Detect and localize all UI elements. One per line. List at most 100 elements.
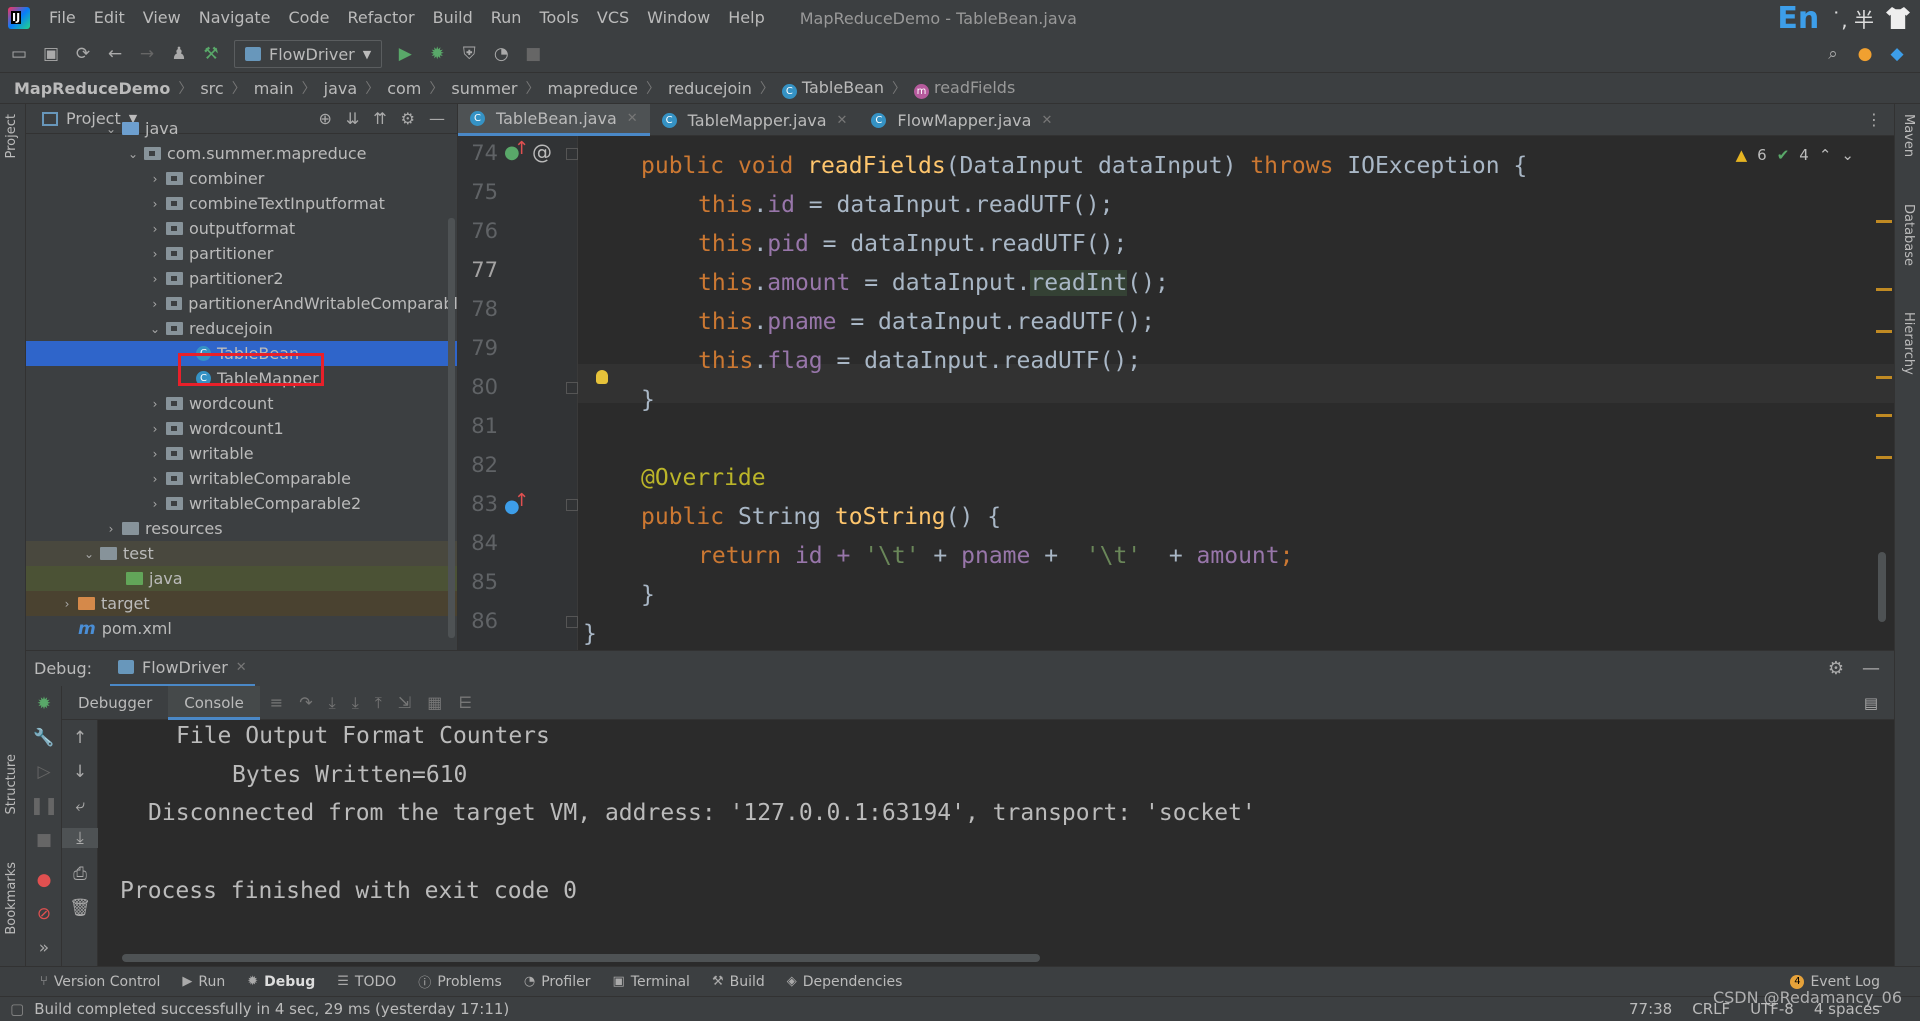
open-folder-icon[interactable]: ▭ [10,45,28,63]
breadcrumb-project[interactable]: MapReduceDemo [14,79,170,98]
annotation-icon[interactable]: @ [532,140,552,164]
menu-lines-icon[interactable]: ≡ [270,693,283,713]
run-icon[interactable]: ▶ [396,45,414,63]
project-side-tab[interactable]: Project [4,114,19,158]
toolwindow-problems[interactable]: ⓘ Problems [418,972,502,992]
profile-icon[interactable]: ◔ [492,45,510,63]
mute-breakpoints-icon[interactable]: ⊘ [26,904,62,924]
chevron-right-icon[interactable]: › [148,172,162,186]
print-icon[interactable]: ⎙ [62,864,98,884]
down-arrow-icon[interactable]: ↓ [62,762,98,782]
fold-marker[interactable] [566,382,578,394]
chevron-right-icon[interactable]: › [148,497,162,511]
chevron-right-icon[interactable]: › [148,197,162,211]
force-step-into-icon[interactable]: ⤓ [352,693,359,713]
hierarchy-side-tab[interactable]: Hierarchy [1901,312,1916,375]
coverage-icon[interactable]: ⛨ [460,45,478,63]
database-side-tab[interactable]: Database [1901,204,1916,266]
soft-wrap-icon[interactable]: ⤶ [62,796,98,816]
menu-code[interactable]: Code [280,0,339,36]
inspection-widget[interactable]: ▲ 6 ✔ 4 ⌃ ⌄ [1736,146,1854,164]
console-scrollbar[interactable] [122,954,1040,962]
step-into-icon[interactable]: ⤓ [329,693,336,713]
scroll-to-end-icon[interactable]: ⤓ [62,828,98,848]
toolwindow-dependencies[interactable]: ◈ Dependencies [787,974,903,990]
gear-icon[interactable]: ⚙ [1828,658,1844,679]
evaluate-icon[interactable]: ▦ [427,693,442,713]
breadcrumb-summer[interactable]: summer [451,79,517,98]
menu-help[interactable]: Help [719,0,773,36]
chevron-right-icon[interactable]: › [148,297,162,311]
breadcrumb-com[interactable]: com [387,79,421,98]
console-output[interactable]: File Output Format Counters Bytes Writte… [98,720,1894,966]
chevron-down-icon[interactable]: ⌄ [1841,146,1854,164]
tree-item-package[interactable]: › outputformat [26,216,457,241]
tab-debugger[interactable]: Debugger [62,686,168,720]
tree-item-java[interactable]: ⌄ java [26,116,457,141]
back-icon[interactable]: ← [106,45,124,63]
stop-icon[interactable]: ■ [524,45,542,63]
search-icon[interactable]: ⌕ [1824,45,1842,63]
pause-icon[interactable]: ❚❚ [26,796,62,816]
skin-icon[interactable] [1886,7,1910,29]
warning-stripe[interactable] [1876,220,1892,223]
forward-icon[interactable]: → [138,45,156,63]
chevron-down-icon[interactable]: ⌄ [82,547,96,561]
chevron-up-icon[interactable]: ⌃ [1819,146,1832,164]
breadcrumb-class[interactable]: C TableBean [781,78,884,99]
run-config-selector[interactable]: FlowDriver ▼ [234,40,383,68]
tree-scrollbar[interactable] [448,218,455,638]
breadcrumb-java[interactable]: java [324,79,358,98]
status-panel-icon[interactable]: ▢ [10,1000,24,1018]
toolwindow-terminal[interactable]: ▣ Terminal [612,974,689,990]
tree-item-package[interactable]: › writable [26,441,457,466]
run-to-cursor-icon[interactable]: ⇲ [398,693,411,713]
breadcrumb-method[interactable]: m readFields [913,78,1015,99]
chevron-right-icon[interactable]: › [60,597,74,611]
close-icon[interactable]: ✕ [1041,113,1052,128]
update-icon[interactable]: ● [1856,45,1874,63]
chevron-right-icon[interactable]: › [148,472,162,486]
vcs-user-icon[interactable]: ♟ [170,45,188,63]
up-arrow-icon[interactable]: ↑ [62,728,98,748]
close-icon[interactable]: ✕ [627,111,638,126]
ime-mode[interactable]: ˙, 半 [1831,4,1874,33]
ime-language[interactable]: En [1777,1,1819,36]
hide-panel-icon[interactable]: — [1862,658,1880,679]
breadcrumb-mapreduce[interactable]: mapreduce [547,79,638,98]
rerun-debug-icon[interactable]: ✹ [26,694,62,714]
menu-vcs[interactable]: VCS [588,0,638,36]
trash-icon[interactable]: 🗑 [62,898,98,918]
warning-stripe[interactable] [1876,456,1892,459]
chevron-right-icon[interactable]: › [104,522,118,536]
tree-item-package[interactable]: › combineTextInputformat [26,191,457,216]
toolwindow-todo[interactable]: ☰ TODO [337,974,396,990]
menu-view[interactable]: View [134,0,190,36]
breadcrumb-main[interactable]: main [254,79,294,98]
tree-item-package[interactable]: ⌄ com.summer.mapreduce [26,141,457,166]
trace-icon[interactable]: ⋿ [458,693,472,713]
close-icon[interactable]: ✕ [236,660,247,675]
breadcrumb-reducejoin[interactable]: reducejoin [668,79,752,98]
build-hammer-icon[interactable]: ⚒ [202,45,220,63]
step-out-icon[interactable]: ⤒ [375,693,382,713]
maven-side-tab[interactable]: Maven [1901,114,1916,157]
tab-tablemapper[interactable]: C TableMapper.java ✕ [650,104,860,136]
menu-edit[interactable]: Edit [85,0,134,36]
debug-session-tab[interactable]: FlowDriver ✕ [110,651,255,687]
warning-stripe[interactable] [1876,330,1892,333]
tree-item-package[interactable]: › partitioner [26,241,457,266]
menu-file[interactable]: File [40,0,85,36]
tree-item-folder[interactable]: java [26,566,457,591]
menu-build[interactable]: Build [424,0,482,36]
more-icon[interactable]: » [26,938,62,958]
override-arrow-icon[interactable]: ↑ [514,138,529,159]
chevron-right-icon[interactable]: › [148,397,162,411]
debug-bug-icon[interactable]: ✹ [428,45,446,63]
tree-item-folder[interactable]: ⌄ test [26,541,457,566]
status-message[interactable]: Build completed successfully in 4 sec, 2… [34,1000,509,1018]
warning-stripe[interactable] [1876,414,1892,417]
stop-icon[interactable]: ■ [26,830,62,850]
structure-side-tab[interactable]: Structure [4,754,19,814]
caret-position[interactable]: 77:38 [1629,1000,1672,1018]
